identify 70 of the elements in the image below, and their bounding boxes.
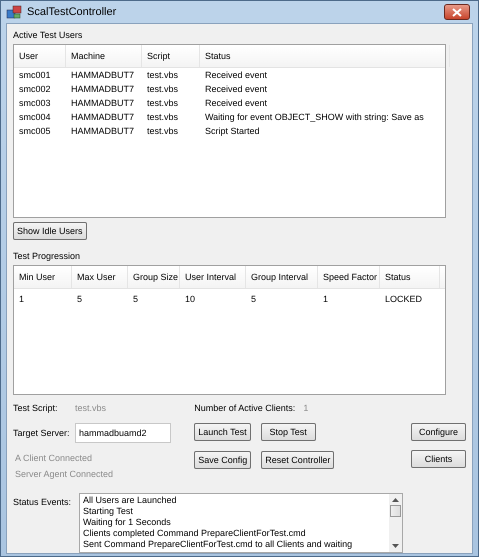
clients-button[interactable]: Clients [411,450,466,468]
column-header[interactable]: User Interval [180,266,246,288]
status-text: Server Agent Connected [15,469,114,479]
field-label: Test Script: [13,403,59,413]
field-label: Status Events: [13,496,72,509]
column-header[interactable]: Script [142,45,200,67]
event-entry: Waiting for 1 Seconds [83,517,172,528]
column-header[interactable]: Group Size [128,266,180,288]
table-cell-text: test.vbs [146,84,180,94]
table-cell-text: 5 [76,294,84,304]
table-cell-text: 5 [132,294,140,304]
table-cell-text: LOCKED [384,294,424,304]
table-cell-text: test.vbs [146,112,180,122]
table-cell-text: Received event [204,70,268,80]
stop-test-button[interactable]: Stop Test [260,423,316,441]
scrollbar[interactable] [389,494,402,552]
table-cell-text: Script Started [204,126,261,136]
table-cell-text: HAMMADBUT7 [70,112,136,122]
show-idle-users-button[interactable]: Show Idle Users [13,222,87,240]
column-header[interactable]: Status [380,266,440,288]
field-label: Target Server: [13,428,71,438]
column-header[interactable]: User [14,45,66,67]
column-header[interactable]: Min User [14,266,72,288]
event-entry: Starting Test [83,506,134,517]
client-count: 1 [303,403,308,413]
event-entry: All Users are Launched [83,495,178,506]
table-cell-text: test.vbs [146,70,180,80]
table-cell-text: smc002 [18,84,52,94]
status-events-list[interactable]: All Users are Launched Starting Test Waiting for 1 Seconds Clients completed Command PrepareClientForTest.cmd Sent Command PrepareClientForTest.cmd to all Clients and waiting [79,493,403,553]
section-label: Test Progression [13,251,82,261]
window-title: ScalTestController [27,6,118,18]
column-header[interactable]: Max User [72,266,128,288]
table-cell-text: 5 [250,294,258,304]
configure-button[interactable]: Configure [411,423,466,441]
table-cell-text: smc003 [18,98,52,108]
table-cell-text: smc004 [18,112,52,122]
table-cell-text: test.vbs [146,98,180,108]
column-header[interactable]: Speed Factor [318,266,380,288]
table-cell-text: test.vbs [146,126,180,136]
table-cell-text: 10 [184,294,196,304]
table-cell-text: smc001 [18,70,52,80]
scroll-up-icon [392,498,399,502]
close-button[interactable] [444,4,470,20]
script-value: test.vbs [75,403,106,413]
column-header[interactable]: Group Interval [246,266,318,288]
scroll-thumb[interactable] [390,505,401,517]
launch-test-button[interactable]: Launch Test [194,423,251,441]
event-entry: Sent Command PrepareClientForTest.cmd to all Clients and waiting [83,539,354,550]
section-label: Active Test Users [13,30,84,40]
reset-controller-button[interactable]: Reset Controller [261,451,334,469]
scroll-down-icon [392,544,399,548]
column-header[interactable]: Machine [66,45,142,67]
event-entry: Clients completed Command PrepareClientForTest.cmd [83,528,307,539]
table-cell-text: HAMMADBUT7 [70,70,136,80]
target-server-field[interactable]: hammadbuamd2 [75,423,171,443]
column-header[interactable]: Status [200,45,450,67]
table-cell-text: HAMMADBUT7 [70,126,136,136]
close-icon [452,8,462,16]
table-cell-text: Waiting for event OBJECT_SHOW with string: Save as [204,112,425,122]
table-cell-text: HAMMADBUT7 [70,84,136,94]
table-cell-text: 1 [18,294,26,304]
save-config-button[interactable]: Save Config [194,451,252,469]
field-label: Number of Active Clients: [194,403,296,413]
status-text: A Client Connected [15,453,94,463]
table-cell-text: HAMMADBUT7 [70,98,136,108]
table-cell-text: 1 [322,294,330,304]
table-cell-text: smc005 [18,126,52,136]
table-cell-text: Received event [204,84,268,94]
app-icon [6,4,22,20]
table-cell-text: Received event [204,98,268,108]
